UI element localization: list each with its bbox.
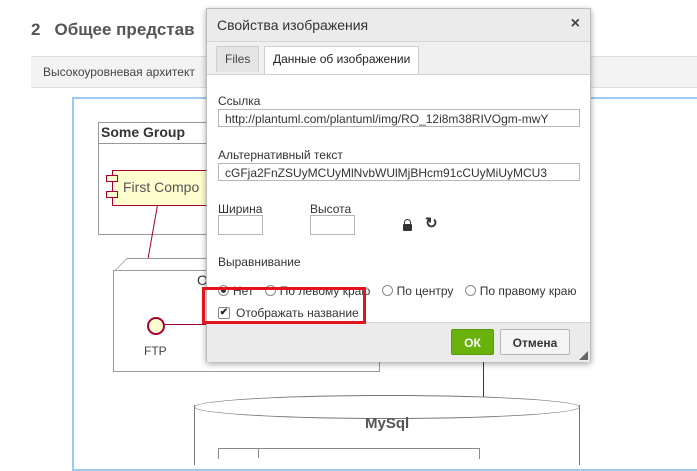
dialog-titlebar[interactable]: Свойства изображения ×: [207, 9, 590, 42]
dialog-footer: ОК Отмена: [207, 322, 590, 362]
uml-component-label: First Compo: [123, 179, 200, 195]
lock-icon[interactable]: [403, 219, 412, 231]
uml-database-divider: [258, 448, 259, 458]
section-subtitle: Высокоуровневая архитект: [43, 65, 195, 79]
section-title: Общее представ: [54, 20, 195, 39]
width-input[interactable]: [218, 215, 263, 235]
uml-component-port: [106, 191, 118, 198]
cancel-button[interactable]: Отмена: [500, 329, 570, 355]
radio-align-right[interactable]: [464, 285, 476, 297]
ok-button[interactable]: ОК: [451, 329, 494, 355]
radio-label: По центру: [396, 283, 454, 298]
alignment-label: Выравнивание: [218, 255, 301, 269]
uml-interface-label: FTP: [144, 344, 167, 358]
uml-component-port: [106, 175, 118, 182]
radio-align-center[interactable]: [381, 285, 393, 297]
uml-package-title: Some Group: [101, 124, 186, 140]
alt-text-input[interactable]: cGFja2FnZSUyMCUyMlNvbWUlMjBHcm91cCUyMiUy…: [218, 163, 580, 181]
uml-database-label: MySql: [365, 415, 410, 432]
height-label: Высота: [310, 202, 352, 216]
section-heading: 2 Общее представ: [31, 20, 195, 40]
url-input[interactable]: http://plantuml.com/plantuml/img/RO_12i8…: [218, 109, 580, 127]
alt-text-label: Альтернативный текст: [218, 148, 343, 162]
dialog-title: Свойства изображения: [217, 17, 369, 33]
tab-image-info[interactable]: Данные об изображении: [264, 46, 420, 74]
section-number: 2: [31, 20, 41, 39]
radio-label: По правому краю: [479, 283, 577, 298]
width-label: Ширина: [218, 202, 263, 216]
close-icon[interactable]: ×: [571, 16, 580, 32]
resize-handle[interactable]: [579, 351, 588, 360]
height-input[interactable]: [310, 215, 355, 235]
annotation-highlight: [202, 287, 366, 324]
tab-files[interactable]: Files: [216, 46, 260, 72]
refresh-icon[interactable]: ↻: [425, 216, 438, 231]
url-label: Ссылка: [218, 94, 261, 108]
tab-panel-image-info: Ссылка http://plantuml.com/plantuml/img/…: [207, 74, 590, 323]
uml-interface-circle: [147, 317, 165, 335]
